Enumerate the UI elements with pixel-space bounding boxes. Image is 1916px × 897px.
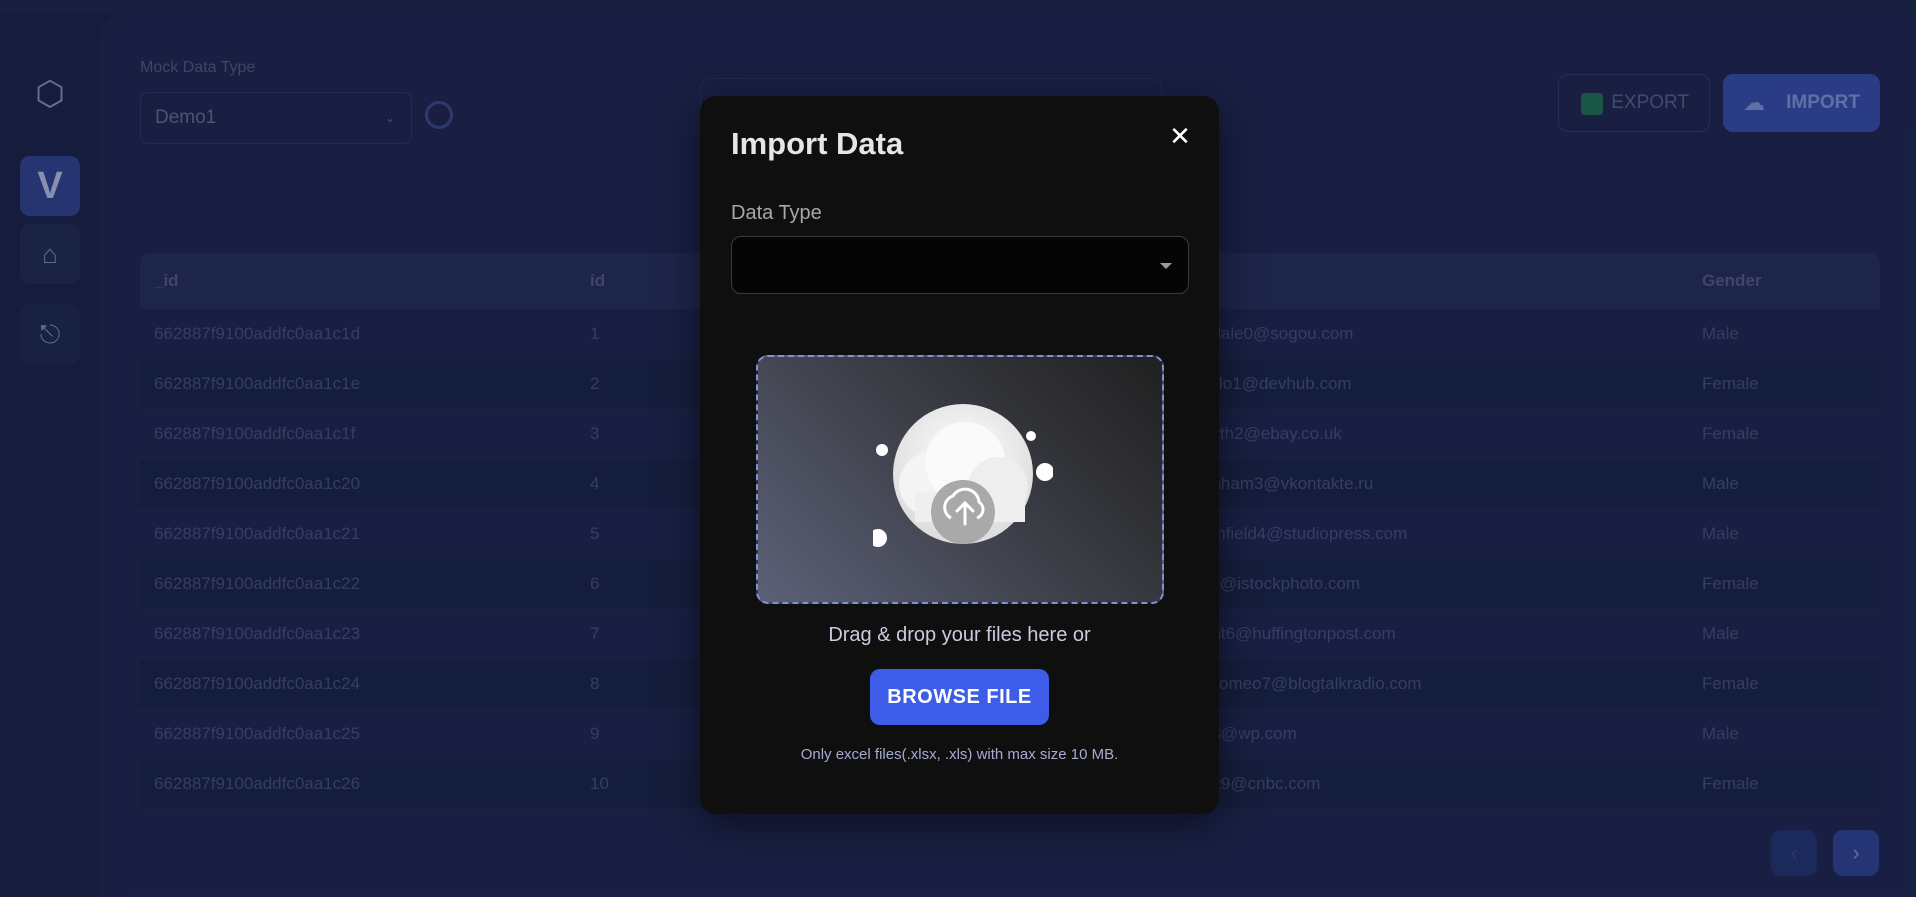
drag-drop-text: Drag & drop your files here or xyxy=(828,624,1091,646)
data-type-label: Data Type xyxy=(731,202,822,224)
import-data-modal: Import Data ✕ Data Type Drag & drop your… xyxy=(700,96,1219,814)
modal-title: Import Data xyxy=(731,126,904,161)
close-icon[interactable]: ✕ xyxy=(1166,122,1194,150)
file-dropzone[interactable] xyxy=(756,355,1164,604)
browse-file-button[interactable]: BROWSE FILE xyxy=(870,669,1049,725)
cloud-upload-illustration-icon xyxy=(873,404,1053,547)
file-restriction-note: Only excel files(.xlsx, .xls) with max s… xyxy=(800,746,1119,763)
dropdown-arrow-icon xyxy=(1160,263,1172,269)
data-type-select[interactable] xyxy=(731,236,1189,294)
